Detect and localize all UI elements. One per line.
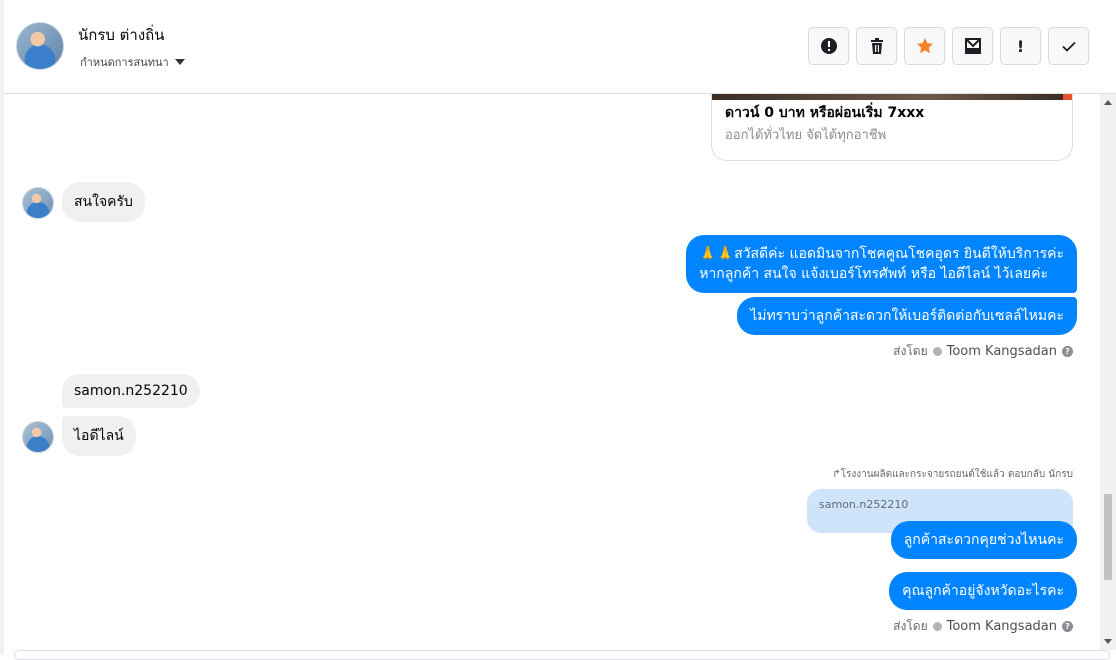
sent-by-prefix: ส่งโดย [893, 344, 928, 358]
sent-by-prefix: ส่งโดย [893, 619, 928, 633]
header-actions: ! [808, 27, 1089, 65]
alert-circle-icon [820, 38, 837, 54]
help-icon[interactable]: ? [1062, 346, 1073, 357]
check-icon [1061, 41, 1076, 52]
outgoing-message: ลูกค้าสะดวกคุยช่วงไหนคะ [890, 521, 1077, 559]
incoming-message: สนใจครับ [62, 182, 145, 222]
avatar[interactable] [22, 187, 54, 219]
contact-name[interactable]: นักรบ ต่างถิ่น [78, 23, 165, 47]
move-to-inbox-button[interactable] [952, 27, 993, 65]
reply-context: ↱โรงงานผลิตและกระจายรถยนต์ใช้แล้ว ตอบกลั… [832, 467, 1073, 482]
mark-done-button[interactable] [1048, 27, 1089, 65]
avatar[interactable] [16, 22, 64, 70]
ad-card-title: ดาวน์ 0 บาท หรือผ่อนเริ่ม 7xxx [725, 105, 925, 121]
reply-context-text: โรงงานผลิตและกระจายรถยนต์ใช้แล้ว ตอบกลับ… [840, 469, 1073, 480]
scroll-thumb[interactable] [1104, 494, 1112, 580]
mail-box-icon [964, 38, 981, 54]
caret-down-icon [174, 59, 185, 65]
scroll-down-arrow-icon[interactable] [1104, 639, 1112, 644]
ad-card-subtitle: ออกได้ทั่วไทย จัดได้ทุกอาชีพ [725, 128, 887, 143]
help-icon[interactable]: ? [1062, 621, 1073, 632]
outgoing-message: ไม่ทราบว่าลูกค้าสะดวกให้เบอร์ติดต่อกับเซ… [737, 297, 1077, 335]
sender-name[interactable]: Toom Kangsadan [947, 344, 1057, 359]
reply-icon: ↱ [832, 469, 841, 480]
ad-card[interactable]: ดาวน์ 0 บาท หรือผ่อนเริ่ม 7xxx ออกได้ทั่… [711, 94, 1073, 161]
verified-icon [932, 347, 942, 356]
message-line: หากลูกค้า สนใจ แจ้งเบอร์โทรศัพท์ หรือ ไอ… [699, 266, 1048, 282]
message-composer[interactable] [14, 650, 1110, 660]
sender-name[interactable]: Toom Kangsadan [947, 619, 1057, 634]
assign-conversation-dropdown[interactable]: กำหนดการสนทนา [80, 53, 185, 71]
sent-by-label: ส่งโดย Toom Kangsadan ? [893, 617, 1073, 636]
avatar[interactable] [22, 421, 54, 453]
outgoing-message: 🙏🙏สวัสดีค่ะ แอดมินจากโชคคูณโชคอุดร ยินดี… [686, 235, 1077, 293]
delete-button[interactable] [856, 27, 897, 65]
report-button[interactable] [808, 27, 849, 65]
verified-icon [932, 622, 942, 631]
incoming-message: ไอดีไลน์ [62, 416, 136, 456]
assign-label: กำหนดการสนทนา [80, 56, 169, 69]
star-icon [916, 38, 933, 54]
message-line: 🙏🙏สวัสดีค่ะ แอดมินจากโชคคูณโชคอุดร ยินดี… [699, 246, 1064, 262]
sent-by-label: ส่งโดย Toom Kangsadan ? [893, 342, 1073, 361]
mark-follow-up-button[interactable]: ! [1000, 27, 1041, 65]
conversation-header: นักรบ ต่างถิ่น กำหนดการสนทนา ! [4, 0, 1116, 94]
ad-card-image [712, 94, 1072, 100]
incoming-message: samon.n252210 [62, 374, 200, 408]
message-thread: ดาวน์ 0 บาท หรือผ่อนเริ่ม 7xxx ออกได้ทั่… [4, 94, 1100, 650]
exclamation-icon: ! [1016, 36, 1025, 56]
scroll-up-arrow-icon[interactable] [1104, 100, 1112, 105]
star-button[interactable] [904, 27, 945, 65]
trash-icon [870, 38, 883, 54]
scrollbar[interactable] [1100, 94, 1116, 650]
outgoing-message: คุณลูกค้าอยู่จังหวัดอะไรคะ [889, 572, 1077, 610]
